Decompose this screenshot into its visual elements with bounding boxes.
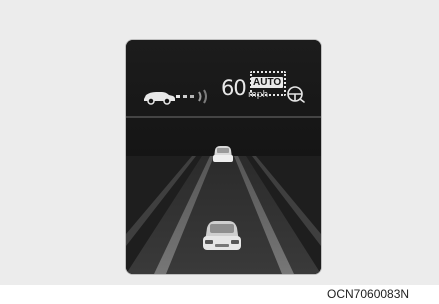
distance-waves-icon	[176, 89, 207, 104]
steering-wheel-cruise-icon	[287, 86, 305, 103]
status-band: 60 AUTO mph	[126, 40, 321, 156]
auto-badge: AUTO	[251, 77, 284, 88]
set-speed-value: 60	[221, 76, 247, 100]
lead-car-icon	[213, 146, 233, 162]
figure-code: OCN7060083N	[327, 287, 410, 301]
speed-unit: mph	[248, 90, 269, 100]
own-car-icon	[203, 221, 241, 250]
separator-line	[126, 116, 321, 118]
cluster-display: 60 AUTO mph	[126, 40, 321, 274]
